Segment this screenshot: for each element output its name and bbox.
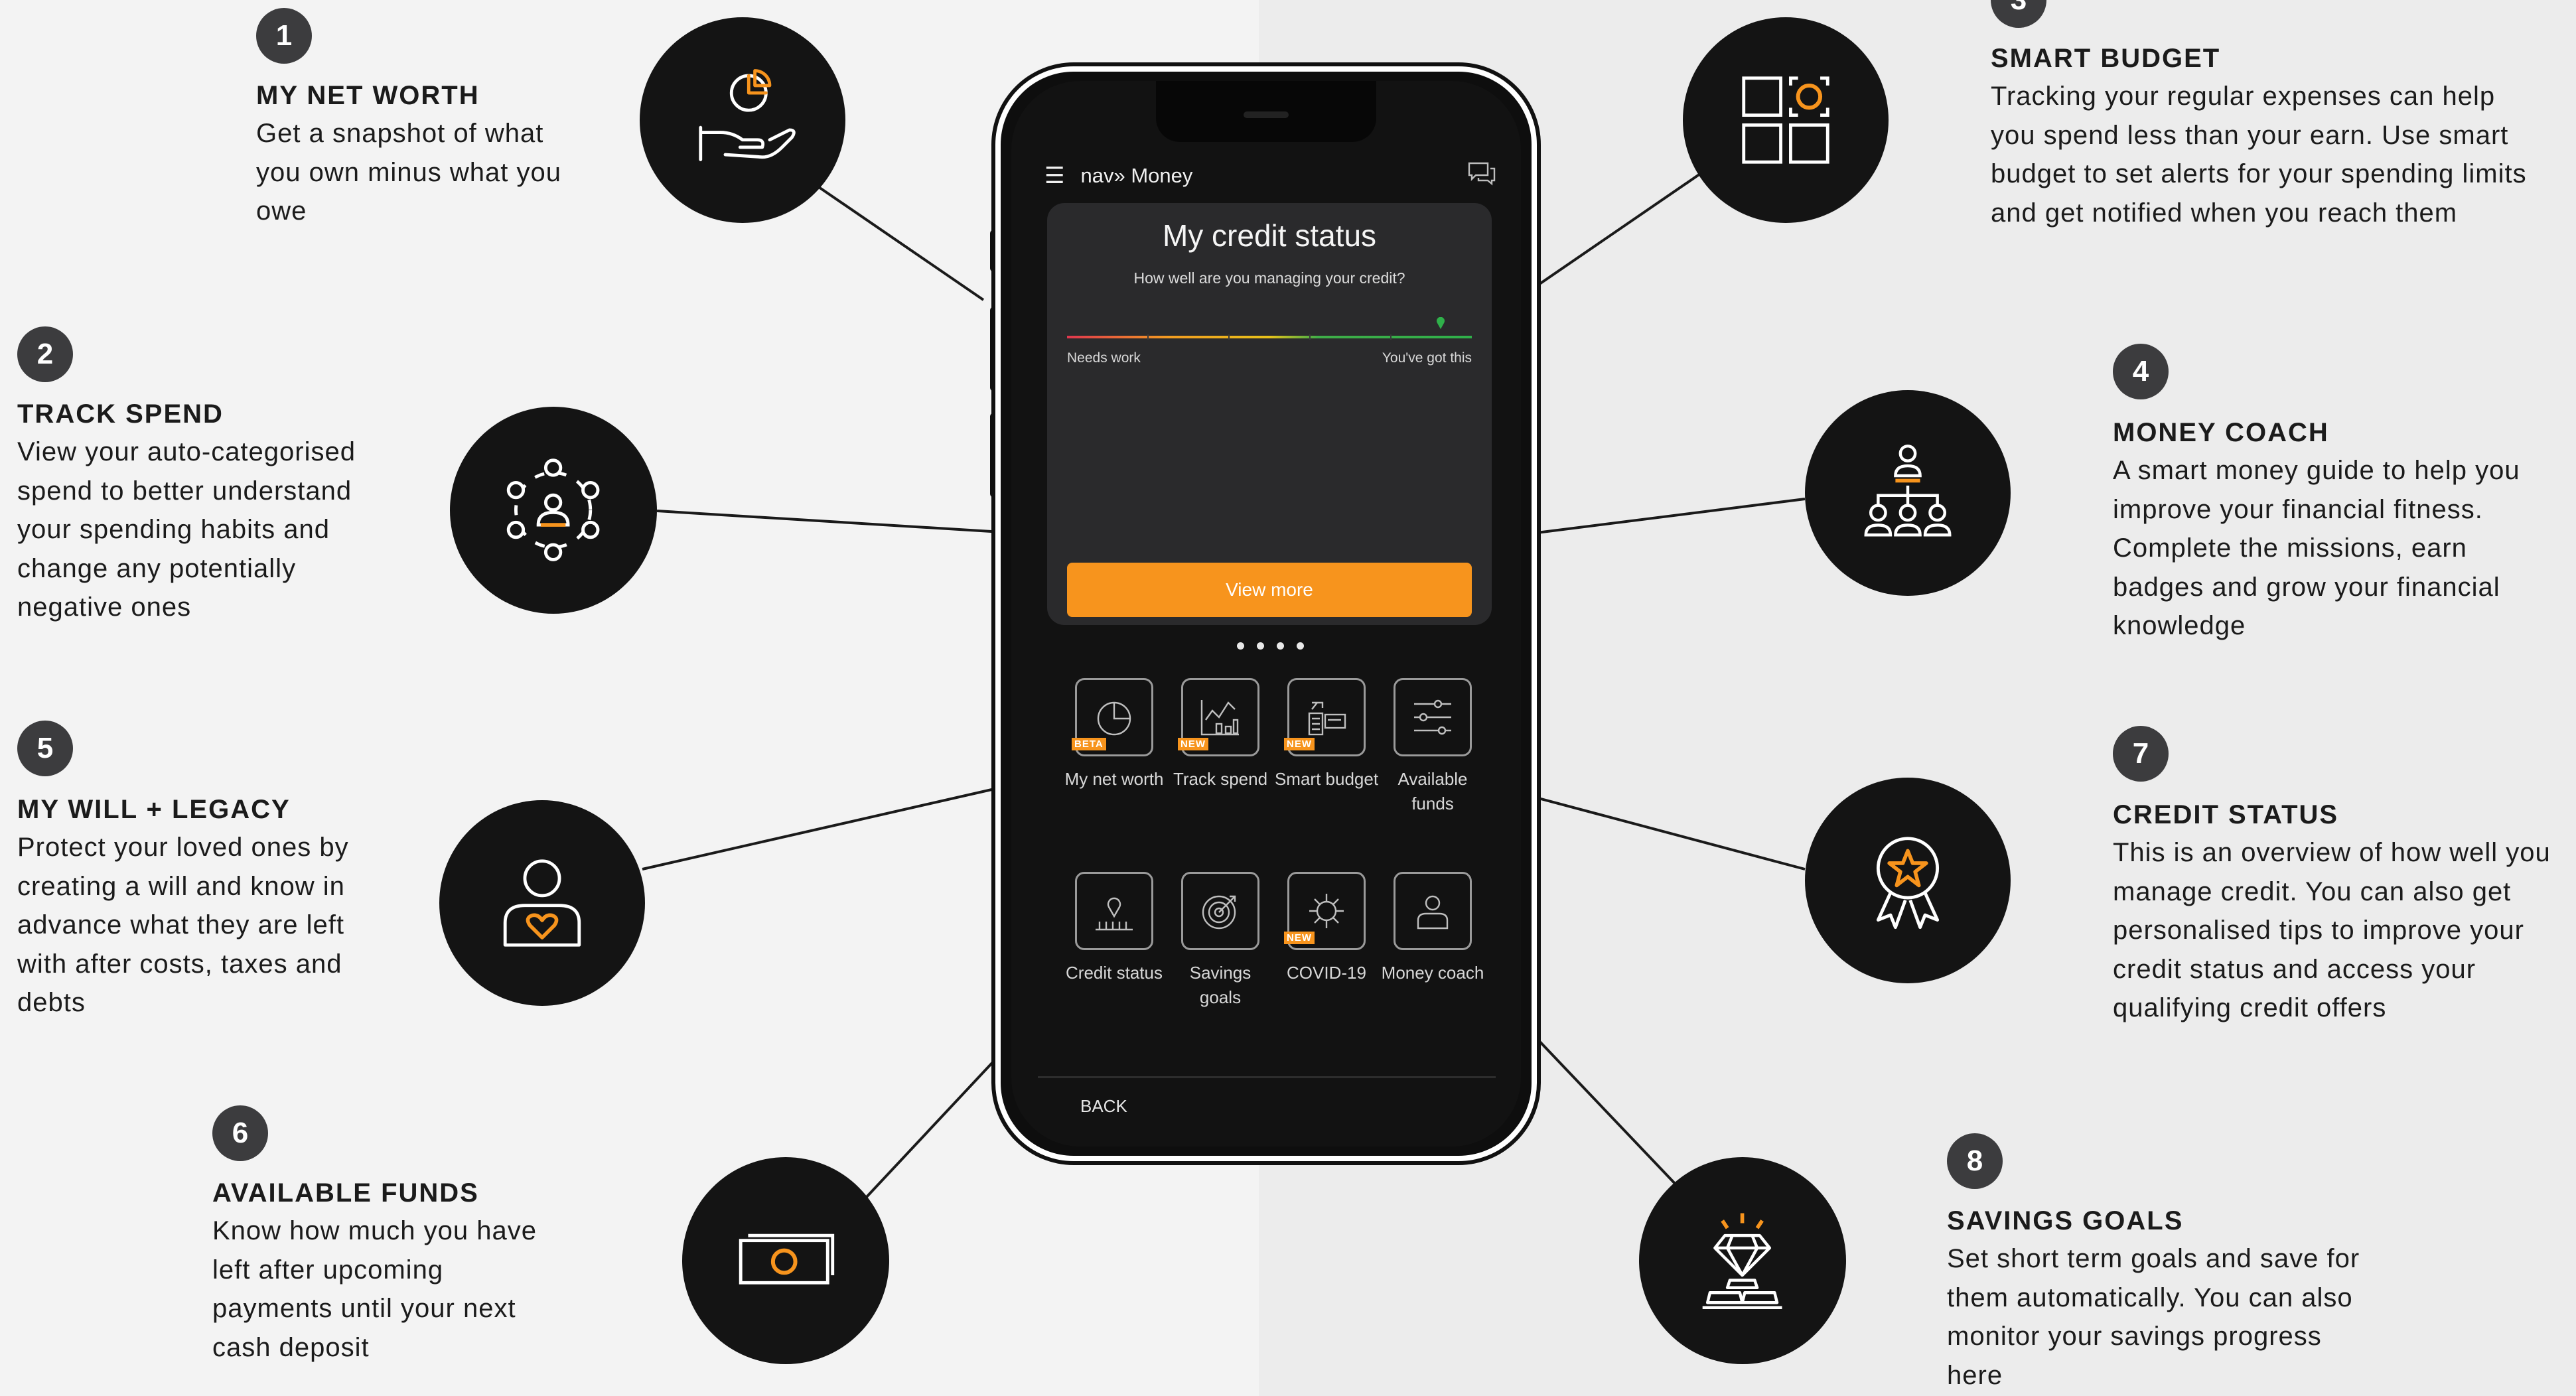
divider — [1038, 1076, 1496, 1078]
card-subtitle: How well are you managing your credit? — [1133, 269, 1405, 287]
new-badge: NEW — [1284, 932, 1315, 944]
phone-notch — [1156, 81, 1376, 142]
carousel-dots[interactable] — [1237, 641, 1317, 650]
org-chart-icon — [1805, 390, 2011, 596]
credit-meter — [1067, 334, 1472, 340]
banknote-icon — [682, 1157, 889, 1364]
callout-desc-track-spend: View your auto-categorised spend to bett… — [17, 437, 356, 622]
tile-label: COVID-19 — [1287, 963, 1366, 983]
person-icon — [1417, 895, 1449, 930]
tile-credit-status[interactable]: Credit status — [1061, 872, 1167, 985]
beta-badge: BETA — [1072, 738, 1106, 750]
meter-high-label: You've got this — [1382, 350, 1472, 366]
tile-my-net-worth[interactable]: BETA My net worth — [1061, 678, 1167, 792]
callout-number-6: 6 — [212, 1105, 268, 1161]
callout-title-budget: SMART BUDGET — [1991, 44, 2221, 73]
callout-desc-funds: Know how much you have left after upcomi… — [212, 1216, 537, 1362]
callout-number-1: 1 — [256, 8, 312, 64]
tile-available-funds[interactable]: Available funds — [1380, 678, 1486, 816]
callout-number-5: 5 — [17, 721, 73, 776]
credit-status-card: My credit status How well are you managi… — [1047, 203, 1492, 625]
tile-label: Credit status — [1066, 963, 1163, 983]
pie-chart-icon — [1097, 701, 1131, 736]
tile-label: My net worth — [1064, 769, 1164, 789]
bar-chart-icon — [1200, 700, 1239, 736]
tile-label: Track spend — [1173, 769, 1268, 789]
tile-label: Available funds — [1397, 769, 1468, 813]
tile-label: Money coach — [1381, 963, 1484, 983]
callout-desc-credit: This is an overview of how well you mana… — [2113, 838, 2551, 1022]
tile-covid-19[interactable]: NEW COVID-19 — [1273, 872, 1380, 985]
meter-low-label: Needs work — [1067, 350, 1141, 366]
callout-desc-net-worth: Get a snapshot of what you own minus wha… — [256, 119, 562, 226]
view-more-button[interactable]: View more — [1067, 563, 1472, 617]
location-pin-icon — [1096, 897, 1133, 931]
callout-number-4: 4 — [2113, 344, 2169, 399]
app-top-bar: ☰ nav» Money — [1044, 159, 1496, 192]
callout-title-coach: MONEY COACH — [2113, 418, 2329, 447]
tile-money-coach[interactable]: Money coach — [1380, 872, 1486, 985]
grid-squares-icon — [1683, 17, 1889, 223]
award-star-icon — [1805, 778, 2011, 983]
callout-desc-budget: Tracking your regular expenses can help … — [1991, 82, 2527, 228]
hand-pie-chart-icon — [640, 17, 845, 223]
tile-smart-budget[interactable]: NEW Smart budget — [1273, 678, 1380, 792]
virus-icon — [1309, 894, 1344, 928]
callout-title-will: MY WILL + LEGACY — [17, 795, 291, 824]
callout-number-8: 8 — [1947, 1133, 2003, 1189]
back-button[interactable]: BACK — [1080, 1096, 1127, 1117]
callout-title-net-worth: MY NET WORTH — [256, 81, 480, 110]
tile-savings-goals[interactable]: Savings goals — [1167, 872, 1273, 1010]
app-title: nav» Money — [1080, 164, 1193, 187]
tile-label: Smart budget — [1274, 769, 1379, 789]
callout-title-savings: SAVINGS GOALS — [1947, 1206, 2184, 1235]
tile-label: Savings goals — [1189, 963, 1252, 1007]
people-network-icon — [450, 407, 657, 614]
callout-title-credit: CREDIT STATUS — [2113, 800, 2339, 829]
phone-frame: ☰ nav» Money My credit status How well a… — [995, 66, 1537, 1161]
sliders-icon — [1414, 699, 1451, 735]
callout-desc-will: Protect your loved ones by creating a wi… — [17, 833, 349, 1017]
callout-desc-coach: A smart money guide to help you improve … — [2113, 456, 2520, 640]
budget-icon — [1308, 701, 1346, 736]
chat-icon[interactable] — [1468, 162, 1496, 186]
meter-pin-icon — [1437, 317, 1445, 329]
new-badge: NEW — [1284, 738, 1315, 750]
callout-number-2: 2 — [17, 326, 73, 382]
callout-title-track-spend: TRACK SPEND — [17, 399, 224, 429]
diamond-gold-icon — [1639, 1157, 1846, 1364]
callout-desc-savings: Set short term goals and save for them a… — [1947, 1244, 2360, 1390]
target-icon — [1202, 895, 1236, 930]
callout-number-7: 7 — [2113, 726, 2169, 782]
tile-track-spend[interactable]: NEW Track spend — [1167, 678, 1273, 792]
hamburger-menu-icon[interactable]: ☰ — [1044, 163, 1064, 189]
app-screen: ☰ nav» Money My credit status How well a… — [1011, 81, 1521, 1147]
person-heart-icon — [439, 800, 645, 1006]
callout-title-funds: AVAILABLE FUNDS — [212, 1178, 479, 1208]
new-badge: NEW — [1178, 738, 1208, 750]
card-title: My credit status — [1162, 218, 1377, 253]
